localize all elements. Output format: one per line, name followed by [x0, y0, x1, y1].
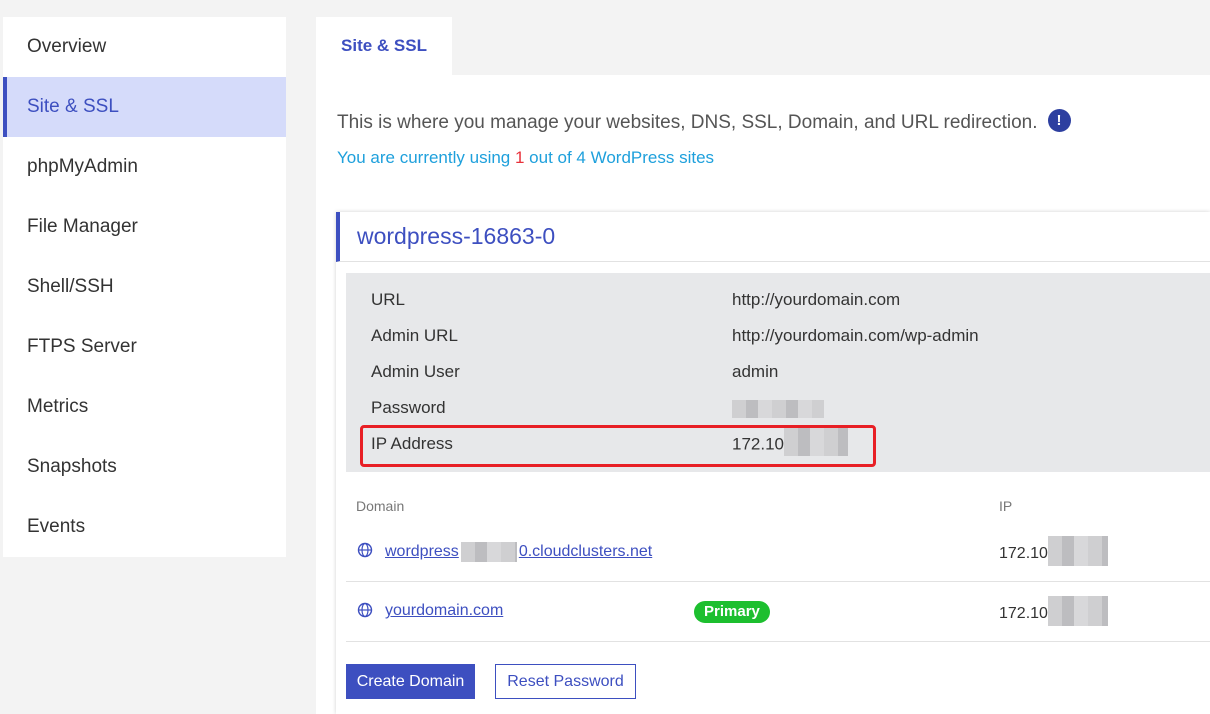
usage-suffix: out of 4 WordPress sites	[524, 148, 715, 167]
detail-row-password: Password	[371, 398, 1210, 422]
globe-icon	[357, 602, 373, 618]
detail-value: admin	[732, 362, 779, 381]
sidebar-item-label: Overview	[27, 36, 107, 57]
domain-ip: 172.10	[999, 536, 1108, 566]
sidebar-item-label: Site & SSL	[27, 96, 119, 117]
sidebar-item-metrics[interactable]: Metrics	[3, 377, 286, 437]
detail-row-admin-user: Admin User admin	[371, 362, 1210, 386]
info-icon[interactable]: !	[1047, 108, 1071, 132]
sidebar-item-shell-ssh[interactable]: Shell/SSH	[3, 257, 286, 317]
domain-link[interactable]: wordpress 0.cloudclusters.net	[385, 542, 652, 562]
tab-bar: Site & SSL	[316, 17, 1210, 75]
sidebar-item-label: FTPS Server	[27, 336, 137, 357]
ip-column-header: IP	[999, 498, 1013, 514]
detail-value: http://yourdomain.com	[732, 290, 901, 309]
table-row: wordpress 0.cloudclusters.net 172.10	[346, 522, 1210, 582]
site-card: wordpress-16863-0 URL http://yourdomain.…	[336, 212, 1210, 714]
intro-text: This is where you manage your websites, …	[337, 108, 1071, 134]
detail-key: Admin User	[371, 362, 460, 381]
redacted-blur	[732, 399, 824, 418]
domain-column-header: Domain	[356, 498, 405, 514]
main-panel: Site & SSL This is where you manage your…	[316, 17, 1210, 714]
sidebar-item-ftps-server[interactable]: FTPS Server	[3, 317, 286, 377]
sidebar-item-snapshots[interactable]: Snapshots	[3, 437, 286, 497]
domain-ip: 172.10	[999, 596, 1108, 626]
detail-row-admin-url: Admin URL http://yourdomain.com/wp-admin	[371, 326, 1210, 350]
detail-key: Admin URL	[371, 326, 458, 345]
sidebar-item-events[interactable]: Events	[3, 497, 286, 557]
domain-text-end: 0.cloudclusters.net	[518, 543, 653, 561]
domain-link[interactable]: yourdomain.com	[385, 602, 503, 620]
detail-value: http://yourdomain.com/wp-admin	[732, 326, 979, 345]
sidebar-item-label: File Manager	[27, 216, 138, 237]
sidebar-item-site-ssl[interactable]: Site & SSL	[3, 77, 286, 137]
ip-address-highlight	[360, 425, 876, 467]
sidebar-item-file-manager[interactable]: File Manager	[3, 197, 286, 257]
detail-key: Password	[371, 398, 446, 417]
ip-prefix: 172.10	[999, 545, 1048, 563]
redacted-blur	[1047, 536, 1108, 566]
globe-icon	[357, 542, 373, 558]
sidebar-item-overview[interactable]: Overview	[3, 17, 286, 77]
tab-site-ssl[interactable]: Site & SSL	[316, 17, 452, 75]
detail-row-url: URL http://yourdomain.com	[371, 290, 1210, 314]
sidebar-item-label: Metrics	[27, 396, 89, 417]
sidebar-item-label: Events	[27, 516, 86, 537]
intro-description: This is where you manage your websites, …	[337, 112, 1038, 133]
detail-key: URL	[371, 290, 406, 309]
redacted-blur	[460, 542, 517, 562]
create-domain-button[interactable]: Create Domain	[346, 664, 475, 699]
site-details-panel: URL http://yourdomain.com Admin URL http…	[346, 273, 1210, 472]
sidebar: Overview Site & SSL phpMyAdmin File Mana…	[3, 17, 286, 557]
sidebar-item-phpmyadmin[interactable]: phpMyAdmin	[3, 137, 286, 197]
site-name: wordpress-16863-0	[336, 212, 1210, 262]
primary-badge: Primary	[694, 601, 770, 623]
sidebar-item-label: phpMyAdmin	[27, 156, 138, 177]
sidebar-item-label: Shell/SSH	[27, 276, 114, 297]
domain-text-start: wordpress	[385, 543, 459, 561]
sidebar-item-label: Snapshots	[27, 456, 117, 477]
password-masked	[732, 398, 824, 418]
table-row: yourdomain.com Primary 172.10	[346, 582, 1210, 642]
reset-password-button[interactable]: Reset Password	[495, 664, 636, 699]
redacted-blur	[1047, 596, 1108, 626]
usage-prefix: You are currently using	[337, 148, 515, 167]
ip-prefix: 172.10	[999, 605, 1048, 623]
usage-text: You are currently using 1 out of 4 WordP…	[337, 148, 714, 168]
